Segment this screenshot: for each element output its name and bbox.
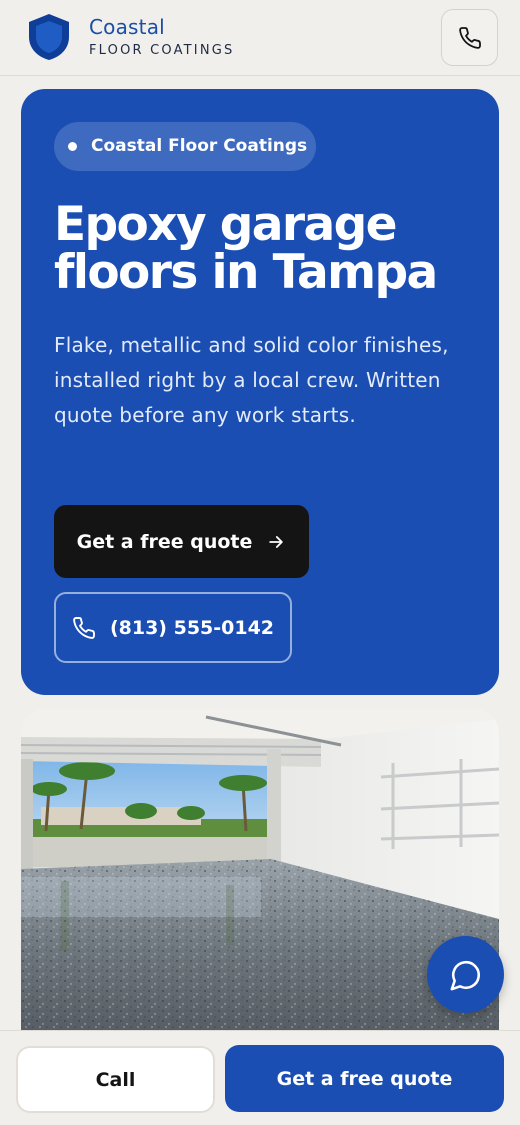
chat-button[interactable] bbox=[427, 936, 504, 1013]
bottom-get-quote-button[interactable]: Get a free quote bbox=[225, 1045, 504, 1112]
get-quote-label: Get a free quote bbox=[76, 530, 253, 553]
header-call-button[interactable] bbox=[441, 9, 498, 66]
garage-photo bbox=[21, 709, 499, 1039]
site-header: Coastal FLOOR COATINGS bbox=[0, 0, 520, 76]
call-button[interactable]: Call bbox=[16, 1046, 215, 1113]
phone-icon bbox=[73, 616, 95, 639]
get-quote-button[interactable]: Get a free quote bbox=[54, 505, 309, 578]
hero-description: Flake, metallic and solid color finishes… bbox=[54, 333, 449, 427]
phone-number-button[interactable]: (813) 555-0142 bbox=[54, 592, 292, 663]
phone-icon bbox=[458, 26, 481, 49]
chat-bubble-icon bbox=[450, 960, 480, 990]
pill-label: Coastal Floor Coatings bbox=[91, 136, 308, 156]
brand-name[interactable]: Coastal bbox=[89, 15, 165, 39]
hero-card: Coastal Floor Coatings Epoxy garage floo… bbox=[21, 89, 499, 695]
brand-tagline: FLOOR COATINGS bbox=[89, 43, 235, 58]
dot-icon bbox=[68, 142, 77, 151]
arrow-right-icon bbox=[269, 535, 284, 548]
brand-pill: Coastal Floor Coatings bbox=[54, 122, 316, 171]
phone-number-label: (813) 555-0142 bbox=[109, 616, 275, 639]
shield-logo-icon[interactable] bbox=[28, 13, 70, 61]
bottom-action-bar: Call Get a free quote bbox=[0, 1030, 520, 1125]
hero-title: Epoxy garage floors in Tampa bbox=[54, 197, 438, 300]
